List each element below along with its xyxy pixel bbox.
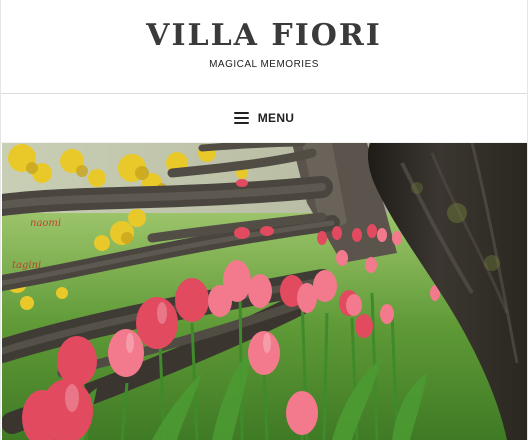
menu-label: MENU [257,111,295,125]
page: VILLA FIORI MAGICAL MEMORIES MENU naomi … [0,0,528,440]
hamburger-icon [233,112,249,124]
watermark-line-2: tagini [12,260,41,271]
hero-image: naomi tagini [2,143,527,440]
site-title-link[interactable]: VILLA FIORI [146,19,382,53]
site-tagline: MAGICAL MEMORIES [209,59,319,70]
site-header: VILLA FIORI MAGICAL MEMORIES [1,0,527,93]
main-navigation: MENU [1,93,527,143]
watermark-line-1: naomi [30,218,61,229]
menu-toggle-button[interactable]: MENU [233,111,295,125]
